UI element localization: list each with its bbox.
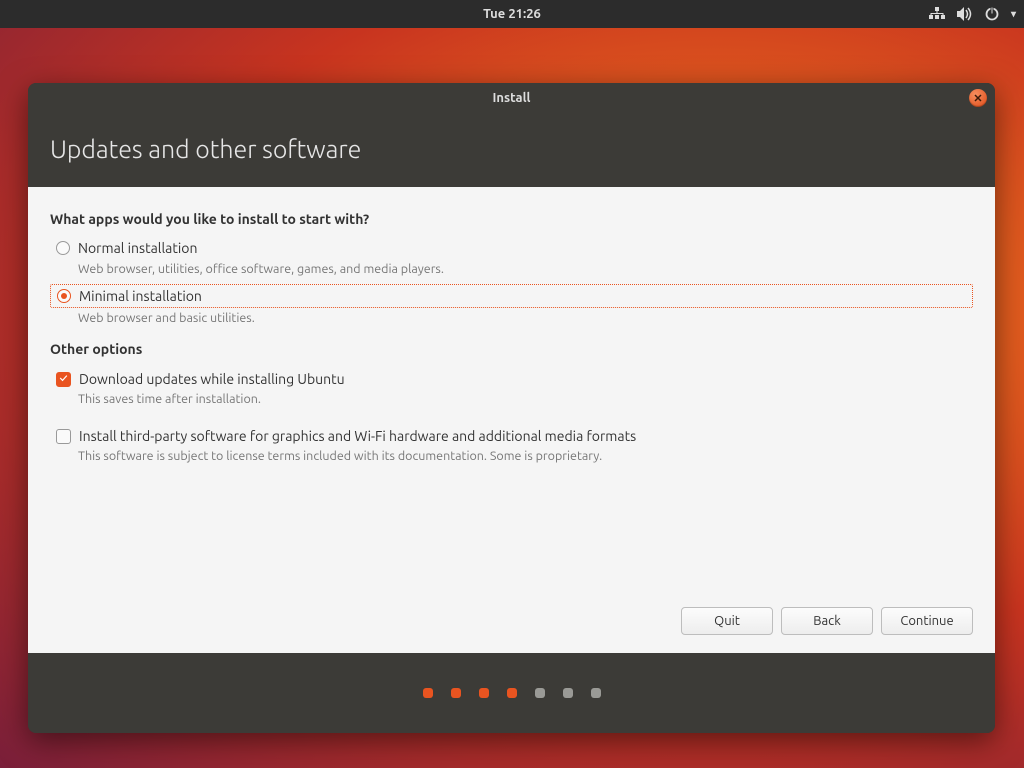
progress-dot-6 [563, 688, 573, 698]
option-normal-desc: Web browser, utilities, office software,… [78, 262, 973, 276]
clock: Tue 21:26 [483, 7, 541, 21]
checkbox-icon [56, 429, 71, 444]
quit-button[interactable]: Quit [681, 607, 773, 635]
option-normal-installation[interactable]: Normal installation [50, 237, 973, 259]
system-tray: ▾ [929, 7, 1016, 21]
other-options-heading: Other options [50, 341, 973, 357]
option-third-party-desc: This software is subject to license term… [78, 449, 973, 463]
progress-dot-7 [591, 688, 601, 698]
radio-icon [57, 289, 71, 303]
volume-icon[interactable] [957, 7, 973, 21]
close-icon: ✕ [973, 92, 982, 105]
progress-dots [28, 653, 995, 733]
progress-dot-1 [423, 688, 433, 698]
option-minimal-installation[interactable]: Minimal installation [50, 284, 973, 308]
option-label: Download updates while installing Ubuntu [79, 371, 345, 387]
checkbox-icon [56, 372, 71, 387]
option-third-party[interactable]: Install third-party software for graphic… [50, 426, 973, 446]
page-heading: Updates and other software [50, 135, 973, 163]
option-minimal-desc: Web browser and basic utilities. [78, 311, 973, 325]
option-download-updates-desc: This saves time after installation. [78, 392, 973, 406]
top-panel: Tue 21:26 ▾ [0, 0, 1024, 28]
dropdown-caret-icon[interactable]: ▾ [1011, 8, 1016, 20]
network-icon[interactable] [929, 7, 945, 21]
heading-area: Updates and other software [28, 113, 995, 187]
progress-dot-5 [535, 688, 545, 698]
progress-dot-4 [507, 688, 517, 698]
button-bar: Quit Back Continue [50, 589, 973, 653]
install-question: What apps would you like to install to s… [50, 211, 973, 227]
back-button[interactable]: Back [781, 607, 873, 635]
window-title: Install [493, 91, 531, 105]
option-download-updates[interactable]: Download updates while installing Ubuntu [50, 369, 973, 389]
radio-icon [56, 241, 70, 255]
option-label: Minimal installation [79, 288, 202, 304]
progress-dot-3 [479, 688, 489, 698]
power-icon[interactable] [985, 7, 999, 21]
titlebar: Install ✕ [28, 83, 995, 113]
content-area: What apps would you like to install to s… [28, 187, 995, 653]
option-label: Normal installation [78, 240, 197, 256]
continue-button[interactable]: Continue [881, 607, 973, 635]
installer-window: Install ✕ Updates and other software Wha… [28, 83, 995, 733]
option-label: Install third-party software for graphic… [79, 428, 636, 444]
close-button[interactable]: ✕ [969, 89, 987, 107]
progress-dot-2 [451, 688, 461, 698]
